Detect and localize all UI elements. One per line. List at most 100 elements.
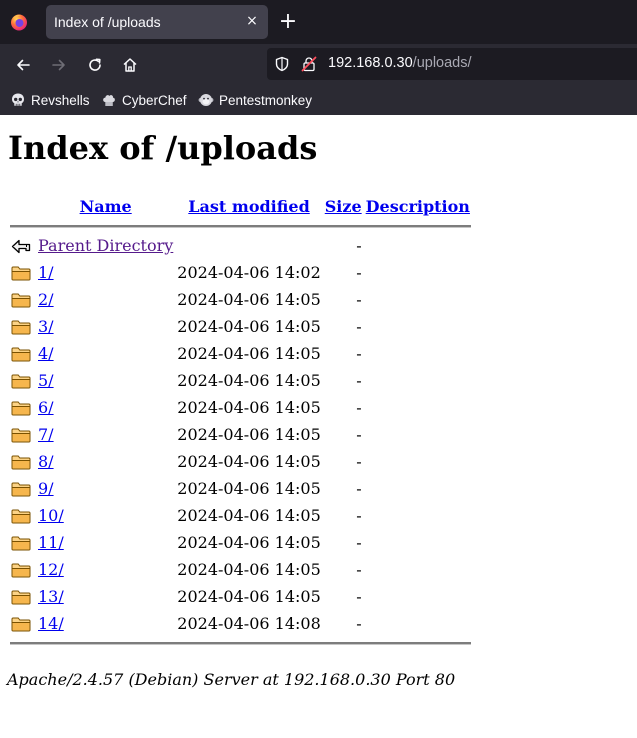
reload-button[interactable] bbox=[84, 54, 106, 76]
skull-icon bbox=[12, 93, 24, 106]
row-description bbox=[365, 341, 471, 366]
home-icon bbox=[123, 58, 137, 72]
url-host: 192.168.0.30 bbox=[328, 55, 413, 71]
folder-link[interactable]: 10/ bbox=[38, 506, 64, 525]
table-row: 6/2024-04-06 14:05 - bbox=[10, 395, 471, 420]
row-modified: 2024-04-06 14:05 bbox=[177, 506, 321, 525]
row-modified: 2024-04-06 14:05 bbox=[177, 425, 321, 444]
header-name: Name bbox=[37, 193, 174, 219]
folder-link[interactable]: 1/ bbox=[38, 263, 54, 282]
new-tab-button[interactable]: + bbox=[276, 9, 300, 35]
bookmark-cyberchef[interactable]: CyberChef bbox=[101, 91, 187, 109]
row-modified: 2024-04-06 14:05 bbox=[177, 398, 321, 417]
row-size: - bbox=[356, 506, 362, 525]
row-description bbox=[365, 287, 471, 312]
folder-icon bbox=[11, 455, 31, 469]
row-description bbox=[365, 503, 471, 528]
row-size: - bbox=[356, 290, 362, 309]
folder-icon bbox=[11, 482, 31, 496]
table-header-row: Name Last modified Size Description bbox=[10, 193, 471, 219]
bookmark-revshells[interactable]: Revshells bbox=[10, 91, 90, 109]
folder-link[interactable]: 2/ bbox=[38, 290, 54, 309]
sort-by-modified-link[interactable]: Last modified bbox=[188, 197, 309, 216]
page-content: Index of /uploads Name Last modified Siz… bbox=[0, 115, 637, 738]
url-text[interactable]: 192.168.0.30/uploads/ bbox=[328, 55, 472, 71]
row-size: - bbox=[356, 236, 362, 255]
sort-by-name-link[interactable]: Name bbox=[80, 197, 132, 216]
table-row: 9/2024-04-06 14:05 - bbox=[10, 476, 471, 501]
home-button[interactable] bbox=[119, 54, 141, 76]
table-row: 10/2024-04-06 14:05 - bbox=[10, 503, 471, 528]
header-icon-cell bbox=[10, 193, 35, 219]
row-description bbox=[365, 476, 471, 501]
row-description bbox=[365, 395, 471, 420]
folder-icon bbox=[11, 563, 31, 577]
folder-link[interactable]: 11/ bbox=[38, 533, 64, 552]
server-signature: Apache/2.4.57 (Debian) Server at 192.168… bbox=[7, 670, 456, 689]
folder-icon bbox=[11, 266, 31, 280]
bookmark-label: CyberChef bbox=[122, 92, 187, 108]
folder-icon bbox=[11, 347, 31, 361]
sort-by-size-link[interactable]: Size bbox=[325, 197, 362, 216]
table-row: 13/2024-04-06 14:05 - bbox=[10, 584, 471, 609]
table-row: 5/2024-04-06 14:05 - bbox=[10, 368, 471, 393]
insecure-lock-icon[interactable] bbox=[301, 56, 317, 72]
folder-icon bbox=[11, 401, 31, 415]
row-description bbox=[365, 557, 471, 582]
folder-link[interactable]: 4/ bbox=[38, 344, 54, 363]
folder-link[interactable]: 8/ bbox=[38, 452, 54, 471]
row-size: - bbox=[356, 398, 362, 417]
folder-link[interactable]: 6/ bbox=[38, 398, 54, 417]
address-bar[interactable]: 192.168.0.30/uploads/ bbox=[267, 48, 637, 80]
row-size: - bbox=[356, 344, 362, 363]
tab-bar: Index of /uploads × + bbox=[0, 0, 637, 44]
row-modified: 2024-04-06 14:02 bbox=[177, 263, 321, 282]
row-size: - bbox=[356, 533, 362, 552]
folder-link[interactable]: 14/ bbox=[38, 614, 64, 633]
table-row: 3/2024-04-06 14:05 - bbox=[10, 314, 471, 339]
folder-link[interactable]: 5/ bbox=[38, 371, 54, 390]
row-modified: 2024-04-06 14:05 bbox=[177, 560, 321, 579]
back-arrow-icon bbox=[17, 59, 30, 71]
tab-close-icon[interactable]: × bbox=[244, 13, 260, 29]
row-description bbox=[365, 611, 471, 636]
folder-link[interactable]: 12/ bbox=[38, 560, 64, 579]
row-description bbox=[365, 449, 471, 474]
forward-button[interactable] bbox=[48, 54, 70, 76]
divider-line bbox=[10, 224, 471, 228]
table-row: 7/2024-04-06 14:05 - bbox=[10, 422, 471, 447]
folder-icon bbox=[11, 509, 31, 523]
sort-by-description-link[interactable]: Description bbox=[366, 197, 470, 216]
bookmark-label: Revshells bbox=[31, 92, 90, 108]
shield-icon[interactable] bbox=[274, 56, 290, 72]
table-row: 8/2024-04-06 14:05 - bbox=[10, 449, 471, 474]
bookmarks-toolbar: Revshells CyberChef Pentestmonkey bbox=[0, 85, 637, 115]
row-description bbox=[365, 530, 471, 555]
chef-hat-icon bbox=[103, 95, 115, 106]
folder-link[interactable]: 9/ bbox=[38, 479, 54, 498]
row-description bbox=[365, 584, 471, 609]
directory-table: Name Last modified Size Description Pare… bbox=[8, 191, 473, 650]
row-modified: 2024-04-06 14:08 bbox=[177, 614, 321, 633]
bookmark-pentestmonkey[interactable]: Pentestmonkey bbox=[198, 91, 312, 109]
folder-link[interactable]: 7/ bbox=[38, 425, 54, 444]
tab-active[interactable]: Index of /uploads × bbox=[46, 5, 268, 39]
folder-icon bbox=[11, 590, 31, 604]
divider-line bbox=[10, 641, 471, 645]
table-row: 4/2024-04-06 14:05 - bbox=[10, 341, 471, 366]
back-arrow-icon bbox=[11, 239, 31, 253]
row-modified: 2024-04-06 14:05 bbox=[177, 317, 321, 336]
table-row: 14/2024-04-06 14:08 - bbox=[10, 611, 471, 636]
folder-link[interactable]: 3/ bbox=[38, 317, 54, 336]
row-modified: 2024-04-06 14:05 bbox=[177, 479, 321, 498]
bookmark-label: Pentestmonkey bbox=[219, 92, 313, 108]
row-description bbox=[365, 260, 471, 285]
firefox-icon[interactable] bbox=[10, 13, 28, 31]
folder-icon bbox=[11, 374, 31, 388]
back-button[interactable] bbox=[12, 54, 34, 76]
table-row: 11/2024-04-06 14:05 - bbox=[10, 530, 471, 555]
parent-directory-link[interactable]: Parent Directory bbox=[38, 236, 173, 255]
header-divider bbox=[10, 221, 471, 231]
folder-link[interactable]: 13/ bbox=[38, 587, 64, 606]
tab-title: Index of /uploads bbox=[54, 14, 161, 30]
